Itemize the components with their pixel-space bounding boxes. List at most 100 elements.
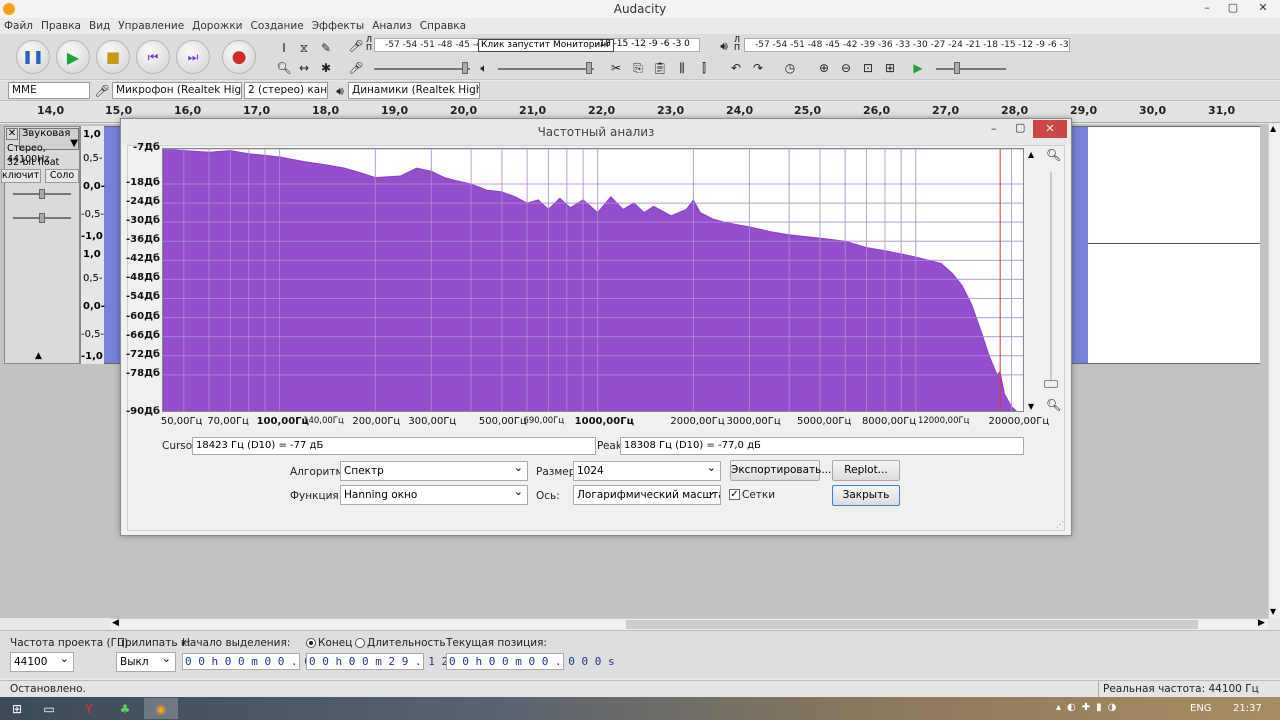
close-button[interactable]: Закрыть	[832, 485, 900, 506]
menu-item[interactable]: Создание	[247, 18, 308, 34]
function-select[interactable]: Hanning окно	[340, 485, 528, 505]
sync-lock-icon[interactable]: ◷	[780, 58, 800, 78]
envelope-tool-icon[interactable]: ⧖	[294, 38, 314, 58]
menu-item[interactable]: Управление	[114, 18, 188, 34]
copy-icon[interactable]: ⎘	[628, 58, 648, 78]
record-volume-thumb[interactable]	[462, 62, 468, 74]
minimize-icon[interactable]: –	[1194, 0, 1220, 18]
track-solo-button[interactable]: Соло	[45, 169, 79, 183]
play-speed-slider[interactable]	[936, 68, 1006, 70]
menu-item[interactable]: Справка	[416, 18, 470, 34]
snap-select[interactable]: Выкл	[116, 652, 176, 672]
paste-icon[interactable]: 📋︎	[650, 58, 670, 78]
recording-device-select[interactable]: Микрофон (Realtek High I	[112, 82, 242, 99]
play-button[interactable]: ▶	[56, 40, 90, 74]
clock[interactable]: 21:37	[1233, 703, 1262, 714]
maximize-icon[interactable]: ▢	[1220, 0, 1246, 18]
record-button[interactable]: ●	[222, 40, 256, 74]
channels-select[interactable]: 2 (стерео) кана.	[244, 82, 328, 99]
algorithm-select[interactable]: Спектр	[340, 461, 528, 481]
axis-select[interactable]: Логарифмический масштаб	[573, 485, 721, 505]
spectrum-plot[interactable]	[162, 148, 1024, 412]
export-button[interactable]: Экспортировать...	[730, 460, 831, 481]
plot-zoom-slider[interactable]	[1050, 172, 1052, 388]
record-volume-mic-icon: 🎤︎	[348, 61, 364, 75]
end-radio[interactable]	[306, 638, 316, 648]
silence-icon[interactable]: ⫿	[694, 58, 714, 78]
trim-icon[interactable]: ⫼	[672, 58, 692, 78]
audacity-taskbar-icon[interactable]: ◉	[144, 698, 178, 719]
menu-item[interactable]: Файл	[0, 18, 37, 34]
stop-button[interactable]: ■	[96, 40, 130, 74]
tray-icons[interactable]: ▴◐✚▮◑	[1056, 702, 1122, 713]
replot-button[interactable]: Replot...	[832, 460, 900, 481]
playback-device-select[interactable]: Динамики (Realtek High D	[348, 82, 480, 99]
play-volume-slider[interactable]	[498, 68, 594, 70]
timeshift-tool-icon[interactable]: ↔	[294, 58, 314, 78]
draw-tool-icon[interactable]: ✎	[316, 38, 336, 58]
cut-icon[interactable]: ✂	[606, 58, 626, 78]
vertical-scrollbar[interactable]	[1268, 124, 1280, 618]
fit-project-icon[interactable]: ⊞	[880, 58, 900, 78]
project-rate-select[interactable]: 44100	[10, 652, 74, 672]
track-vertical-scale[interactable]: 1,0 0,5- 0,0- -0,5- -1,0 1,0 0,5- 0,0- -…	[80, 126, 105, 364]
scroll-up-icon[interactable]: ▲	[1270, 124, 1276, 133]
selection-tool-icon[interactable]: I	[274, 38, 294, 58]
grid-checkbox[interactable]: ✓	[729, 489, 740, 500]
redo-icon[interactable]: ↷	[748, 58, 768, 78]
menu-item[interactable]: Эффекты	[308, 18, 369, 34]
skip-end-button[interactable]: ⏭	[176, 40, 210, 74]
record-meter-mic-icon[interactable]: 🎤︎	[346, 36, 366, 56]
play-volume-thumb[interactable]	[586, 62, 592, 74]
menu-item[interactable]: Правка	[37, 18, 85, 34]
start-icon[interactable]: ⊞	[2, 698, 32, 719]
language-indicator[interactable]: ENG	[1190, 703, 1212, 714]
record-volume-slider[interactable]	[374, 68, 470, 70]
selection-start-field[interactable]: 0 0 h 0 0 m 0 0 . 0 0 0 s	[182, 653, 351, 670]
menu-item[interactable]: Вид	[85, 18, 114, 34]
microphone-icon: 🎤︎	[94, 84, 110, 98]
pause-button[interactable]: ❚❚	[16, 40, 50, 74]
plot-zoom-in-icon[interactable]: 🔍︎	[1046, 148, 1061, 162]
track-pan-thumb[interactable]	[39, 213, 45, 223]
track-close-icon[interactable]: ✕	[6, 128, 18, 140]
menu-item[interactable]: Дорожки	[188, 18, 246, 34]
plot-zoom-thumb[interactable]	[1044, 380, 1058, 388]
track-mute-button[interactable]: ключить звук	[1, 169, 41, 183]
zoom-out-icon[interactable]: ⊖	[836, 58, 856, 78]
multi-tool-icon[interactable]: ✱	[316, 58, 336, 78]
selection-end-field[interactable]: 0 0 h 0 0 m 2 9 . 1 2 7 s	[306, 653, 475, 670]
explorer-icon[interactable]: ▭	[34, 698, 64, 719]
scroll-right-icon[interactable]: ▶	[1258, 618, 1265, 628]
scroll-left-icon[interactable]: ◀	[112, 618, 119, 628]
resize-grip-icon[interactable]: ⋰	[1056, 520, 1064, 529]
menu-item[interactable]: Анализ	[368, 18, 416, 34]
plot-scroll-up-icon[interactable]: ▲	[1028, 150, 1034, 159]
app-icon[interactable]: ♣	[110, 698, 140, 719]
length-radio[interactable]	[355, 638, 365, 648]
zoom-tool-icon[interactable]: 🔍︎	[274, 58, 294, 78]
plot-scroll-down-icon[interactable]: ▼	[1028, 402, 1034, 411]
play-speed-thumb[interactable]	[954, 62, 960, 74]
undo-icon[interactable]: ↶	[726, 58, 746, 78]
play-meter[interactable]: -57 -54 -51 -48 -45 -42 -39 -36 -33 -30 …	[744, 38, 1070, 52]
yandex-browser-icon[interactable]: Y	[74, 698, 104, 719]
plot-zoom-out-icon[interactable]: 🔍︎	[1046, 398, 1061, 412]
position-field[interactable]: 0 0 h 0 0 m 0 0 . 0 0 0 s	[446, 653, 615, 670]
dialog-close-icon[interactable]: ✕	[1033, 120, 1067, 138]
dialog-maximize-icon[interactable]: ▢	[1015, 121, 1025, 134]
audacity-logo-icon	[3, 3, 15, 15]
close-icon[interactable]: ✕	[1246, 0, 1280, 18]
play-at-speed-icon[interactable]: ▶	[908, 58, 928, 78]
track-collapse-icon[interactable]: ▲	[35, 351, 42, 361]
zoom-in-icon[interactable]: ⊕	[814, 58, 834, 78]
fit-selection-icon[interactable]: ⊡	[858, 58, 878, 78]
horizontal-scroll-thumb[interactable]	[626, 620, 1198, 629]
skip-start-button[interactable]: ⏮	[136, 40, 170, 74]
size-select[interactable]: 1024	[573, 461, 721, 481]
scroll-down-icon[interactable]: ▼	[1270, 607, 1276, 616]
play-meter-speaker-icon[interactable]: 🔊︎	[714, 36, 734, 56]
dialog-minimize-icon[interactable]: –	[991, 122, 997, 135]
track-gain-thumb[interactable]	[39, 189, 45, 199]
audio-host-select[interactable]: MME	[8, 82, 90, 99]
